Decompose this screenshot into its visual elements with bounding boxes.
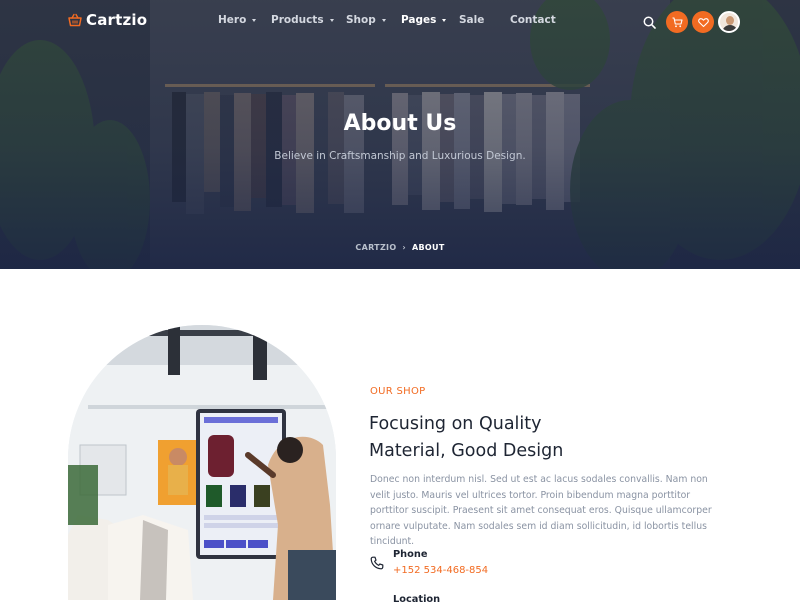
search-icon [643,16,656,29]
nav-item-hero[interactable]: Hero [218,14,257,26]
nav-item-pages[interactable]: Pages [401,14,447,26]
section-eyebrow: OUR SHOP [370,386,426,397]
breadcrumb-current: ABOUT [412,243,445,252]
contact-label: Phone [393,549,428,560]
chevron-down-icon [381,18,386,22]
shop-photo-illustration [68,325,336,600]
chevron-down-icon [329,18,334,22]
breadcrumb: CARTZIO › ABOUT [0,243,800,252]
nav-item-products[interactable]: Products [271,14,334,26]
page-subtitle: Believe in Craftsmanship and Luxurious D… [274,150,526,162]
avatar-face [726,16,734,25]
nav-item-label: Products [271,14,324,26]
shop-photo [68,325,336,600]
breadcrumb-home-link[interactable]: CARTZIO [355,243,396,252]
nav-item-shop[interactable]: Shop [346,14,386,26]
top-navigation: Cartzio Hero Products Shop Pages Sale Co… [0,0,800,44]
page-title: About Us [343,111,457,136]
phone-icon [370,556,384,570]
heart-icon [697,17,709,27]
nav-actions [640,11,740,33]
section-heading: Focusing on Quality Material, Good Desig… [369,411,729,465]
avatar-body [722,25,738,31]
nav-item-label: Hero [218,14,247,26]
wishlist-button[interactable] [692,11,714,33]
chevron-down-icon [442,18,447,22]
section-description: Donec non interdum nisl. Sed ut est ac l… [370,474,712,548]
chevron-down-icon [252,18,257,22]
nav-item-label: Sale [459,14,485,26]
hero-banner: Cartzio Hero Products Shop Pages Sale Co… [0,0,800,269]
nav-item-label: Contact [510,14,556,26]
chevron-right-icon: › [402,243,407,252]
cart-icon [672,16,683,27]
phone-number-link[interactable]: +152 534-468-854 [393,565,488,576]
nav-item-label: Pages [401,14,437,26]
nav-item-contact[interactable]: Contact [510,14,556,26]
contact-phone: Phone +152 534-468-854 [370,548,670,588]
cart-button[interactable] [666,11,688,33]
heading-line: Focusing on Quality [369,414,542,434]
user-avatar[interactable] [718,11,740,33]
heading-line: Material, Good Design [369,441,564,461]
nav-item-label: Shop [346,14,376,26]
search-button[interactable] [640,11,658,33]
nav-item-sale[interactable]: Sale [459,14,484,26]
